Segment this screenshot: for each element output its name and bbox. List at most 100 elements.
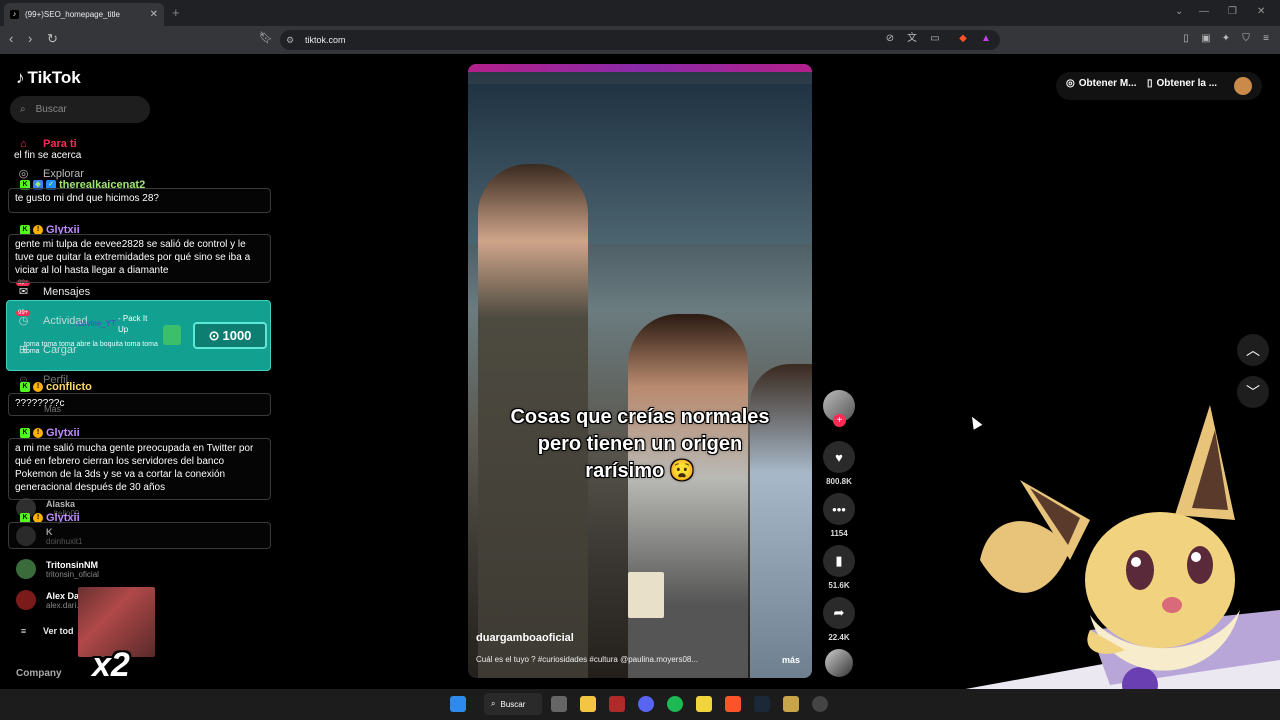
music-disc-icon: [825, 649, 853, 677]
tab-search-icon[interactable]: ⌄: [1175, 6, 1183, 17]
back-icon[interactable]: ‹: [9, 31, 13, 46]
chat-message: te gusto mi dnd que hicimos 28?: [8, 188, 271, 213]
sub-badge-icon: !: [33, 381, 43, 392]
cast-icon[interactable]: ▭: [929, 33, 941, 45]
search-input[interactable]: ⌕ Buscar: [10, 96, 150, 123]
save-count: 51.6K: [828, 581, 850, 590]
get-coins-label: Obtener M...: [1078, 78, 1137, 89]
account-handle: tritonsin_oficial: [46, 569, 99, 579]
brave-shield-icon[interactable]: ◆: [957, 33, 969, 45]
video-more-button[interactable]: más: [782, 655, 800, 665]
heart-icon: ♥: [823, 441, 855, 473]
obs-icon[interactable]: [812, 696, 828, 712]
streamer-mascot: [960, 405, 1280, 720]
nav-upload-label: Cargar: [43, 343, 77, 356]
upload-icon: ⊞: [18, 344, 29, 356]
chat-username-text: conflicto: [46, 380, 92, 393]
get-app-label: Obtener la ...: [1156, 78, 1218, 89]
tab-close-icon[interactable]: ✕: [150, 9, 158, 20]
get-coins-button[interactable]: ◎ Obtener M...: [1066, 78, 1137, 89]
video-player[interactable]: Cosas que creías normales pero tienen un…: [468, 64, 812, 678]
sticky-notes-icon[interactable]: [696, 696, 712, 712]
redeem-item: - Pack It Up: [118, 314, 148, 334]
nav-more[interactable]: Más: [44, 404, 61, 414]
account-name: K: [46, 526, 53, 537]
search-icon: ⌕: [491, 699, 496, 708]
task-view-icon[interactable]: [551, 696, 567, 712]
vpn-icon[interactable]: ⛉: [1240, 33, 1252, 45]
share-button[interactable]: ➦ 22.4K: [823, 597, 855, 642]
taskbar-search-label: Buscar: [500, 699, 526, 709]
sidebar-toggle-icon[interactable]: ▯: [1180, 33, 1192, 45]
home-icon: ⌂: [20, 138, 27, 150]
taskbar-search[interactable]: ⌕ Buscar: [484, 693, 542, 715]
valorant-icon[interactable]: [609, 696, 625, 712]
user-avatar[interactable]: [1234, 77, 1252, 95]
url-text: tiktok.com: [305, 35, 346, 45]
like-button[interactable]: ♥ 800.8K: [823, 441, 855, 486]
nav-messages[interactable]: ✉ Mensajes: [16, 285, 91, 299]
steam-icon[interactable]: [754, 696, 770, 712]
combo-multiplier: x2: [92, 646, 130, 684]
tiktok-favicon-icon: ♪: [10, 10, 19, 19]
leo-ai-icon[interactable]: ✦: [1220, 33, 1232, 45]
windows-start-icon[interactable]: [450, 696, 466, 712]
tracking-off-icon[interactable]: ⊘: [884, 33, 896, 45]
comment-button[interactable]: ••• 1154: [823, 493, 855, 538]
wallet-icon[interactable]: ▣: [1200, 33, 1212, 45]
new-tab-icon[interactable]: +: [172, 5, 180, 20]
browser-tab[interactable]: ♪ (99+)SEO_homepage_title ✕: [4, 3, 164, 26]
list-icon: ≡: [20, 626, 27, 636]
menu-icon[interactable]: ≡: [1260, 33, 1272, 45]
avatar: [16, 590, 36, 610]
get-app-button[interactable]: ▯ Obtener la ...: [1147, 78, 1217, 89]
search-icon: ⌕: [20, 104, 26, 115]
following-account[interactable]: K doinhuxit1: [16, 526, 82, 546]
translate-icon[interactable]: 文: [906, 33, 918, 45]
kick-badge-icon: K: [20, 224, 30, 235]
nav-for-you-label: Para ti: [43, 138, 77, 150]
bookmark-icon[interactable]: 🔖︎: [259, 31, 273, 44]
nav-messages-label: Mensajes: [43, 285, 91, 298]
site-info-icon[interactable]: ⚙: [286, 35, 294, 46]
tiktok-logo[interactable]: ♪ TikTok: [16, 68, 81, 88]
kick-badge-icon: K: [20, 427, 30, 438]
chat-username-text: Glytxii: [46, 426, 80, 439]
coin-icon: ⊙: [208, 327, 220, 343]
video-top-strip: [468, 64, 812, 72]
nav-for-you[interactable]: ⌂ Para ti: [16, 138, 77, 150]
forward-icon[interactable]: ›: [28, 31, 32, 46]
save-button[interactable]: ▮ 51.6K: [823, 545, 855, 590]
previous-video-button[interactable]: ︿: [1237, 334, 1269, 366]
reload-icon[interactable]: ↻: [47, 31, 58, 47]
close-window-icon[interactable]: ✕: [1257, 6, 1265, 17]
comment-count: 1154: [830, 529, 848, 538]
nav-upload[interactable]: ⊞ Cargar: [16, 343, 77, 357]
file-explorer-icon[interactable]: [580, 696, 596, 712]
maximize-icon[interactable]: ❐: [1228, 6, 1237, 17]
brave-browser-icon[interactable]: [725, 696, 741, 712]
chat-message: gente mi tulpa de eevee2828 se salió de …: [8, 234, 271, 283]
comment-icon: •••: [823, 493, 855, 525]
see-all-following[interactable]: ≡ Ver tod: [16, 626, 74, 636]
follow-plus-icon[interactable]: +: [833, 414, 846, 427]
company-link[interactable]: Company: [16, 668, 62, 679]
logo-text: TikTok: [27, 68, 81, 87]
video-badge-card: [628, 572, 664, 618]
creator-avatar[interactable]: +: [823, 390, 855, 427]
redeem-cost: ⊙ 1000: [193, 322, 267, 349]
kick-badge-icon: K: [20, 381, 30, 392]
music-disc[interactable]: [823, 649, 855, 677]
minimize-icon[interactable]: —: [1199, 6, 1209, 17]
redeem-user: …cavine_YT: [70, 319, 116, 328]
pack-icon: [163, 325, 181, 345]
spotify-icon[interactable]: [667, 696, 683, 712]
brave-rewards-icon[interactable]: ▲: [980, 33, 992, 45]
tiktok-note-icon: ♪: [16, 68, 25, 87]
following-account[interactable]: TritonsinNM tritonsin_oficial: [16, 559, 99, 579]
chat-message: a mi me salió mucha gente preocupada en …: [8, 438, 271, 500]
discord-icon[interactable]: [638, 696, 654, 712]
search-placeholder: Buscar: [35, 104, 67, 115]
video-author[interactable]: duargamboaoficial: [476, 632, 574, 644]
league-icon[interactable]: [783, 696, 799, 712]
